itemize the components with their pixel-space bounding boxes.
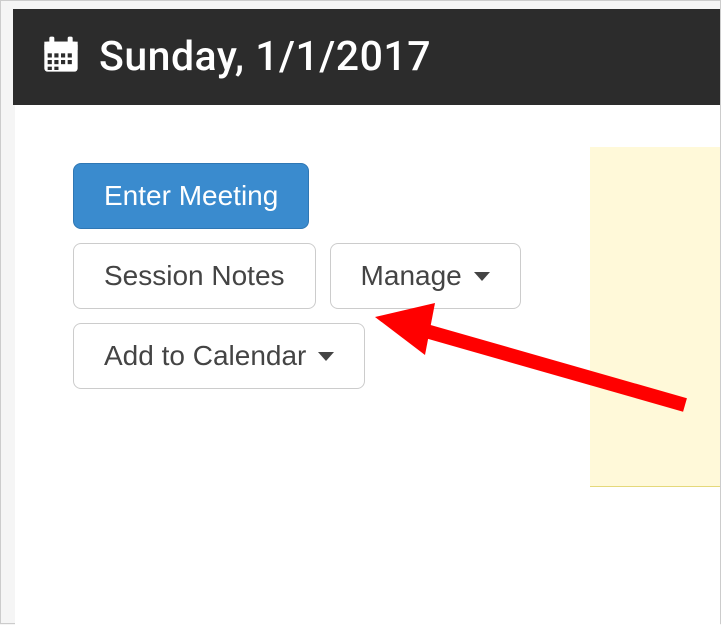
calendar-icon: [41, 35, 81, 79]
page-title: Sunday, 1/1/2017: [99, 33, 431, 81]
main-content: Enter Meeting Session Notes Manage Add t…: [15, 105, 720, 625]
add-to-calendar-label: Add to Calendar: [104, 340, 306, 372]
date-header: Sunday, 1/1/2017: [13, 9, 720, 105]
side-note-panel: [590, 147, 720, 487]
chevron-down-icon: [474, 272, 490, 281]
session-notes-button[interactable]: Session Notes: [73, 243, 316, 309]
manage-dropdown[interactable]: Manage: [330, 243, 521, 309]
chevron-down-icon: [318, 352, 334, 361]
session-notes-label: Session Notes: [104, 260, 285, 292]
enter-meeting-button[interactable]: Enter Meeting: [73, 163, 309, 229]
enter-meeting-label: Enter Meeting: [104, 180, 278, 212]
manage-label: Manage: [361, 260, 462, 292]
add-to-calendar-dropdown[interactable]: Add to Calendar: [73, 323, 365, 389]
